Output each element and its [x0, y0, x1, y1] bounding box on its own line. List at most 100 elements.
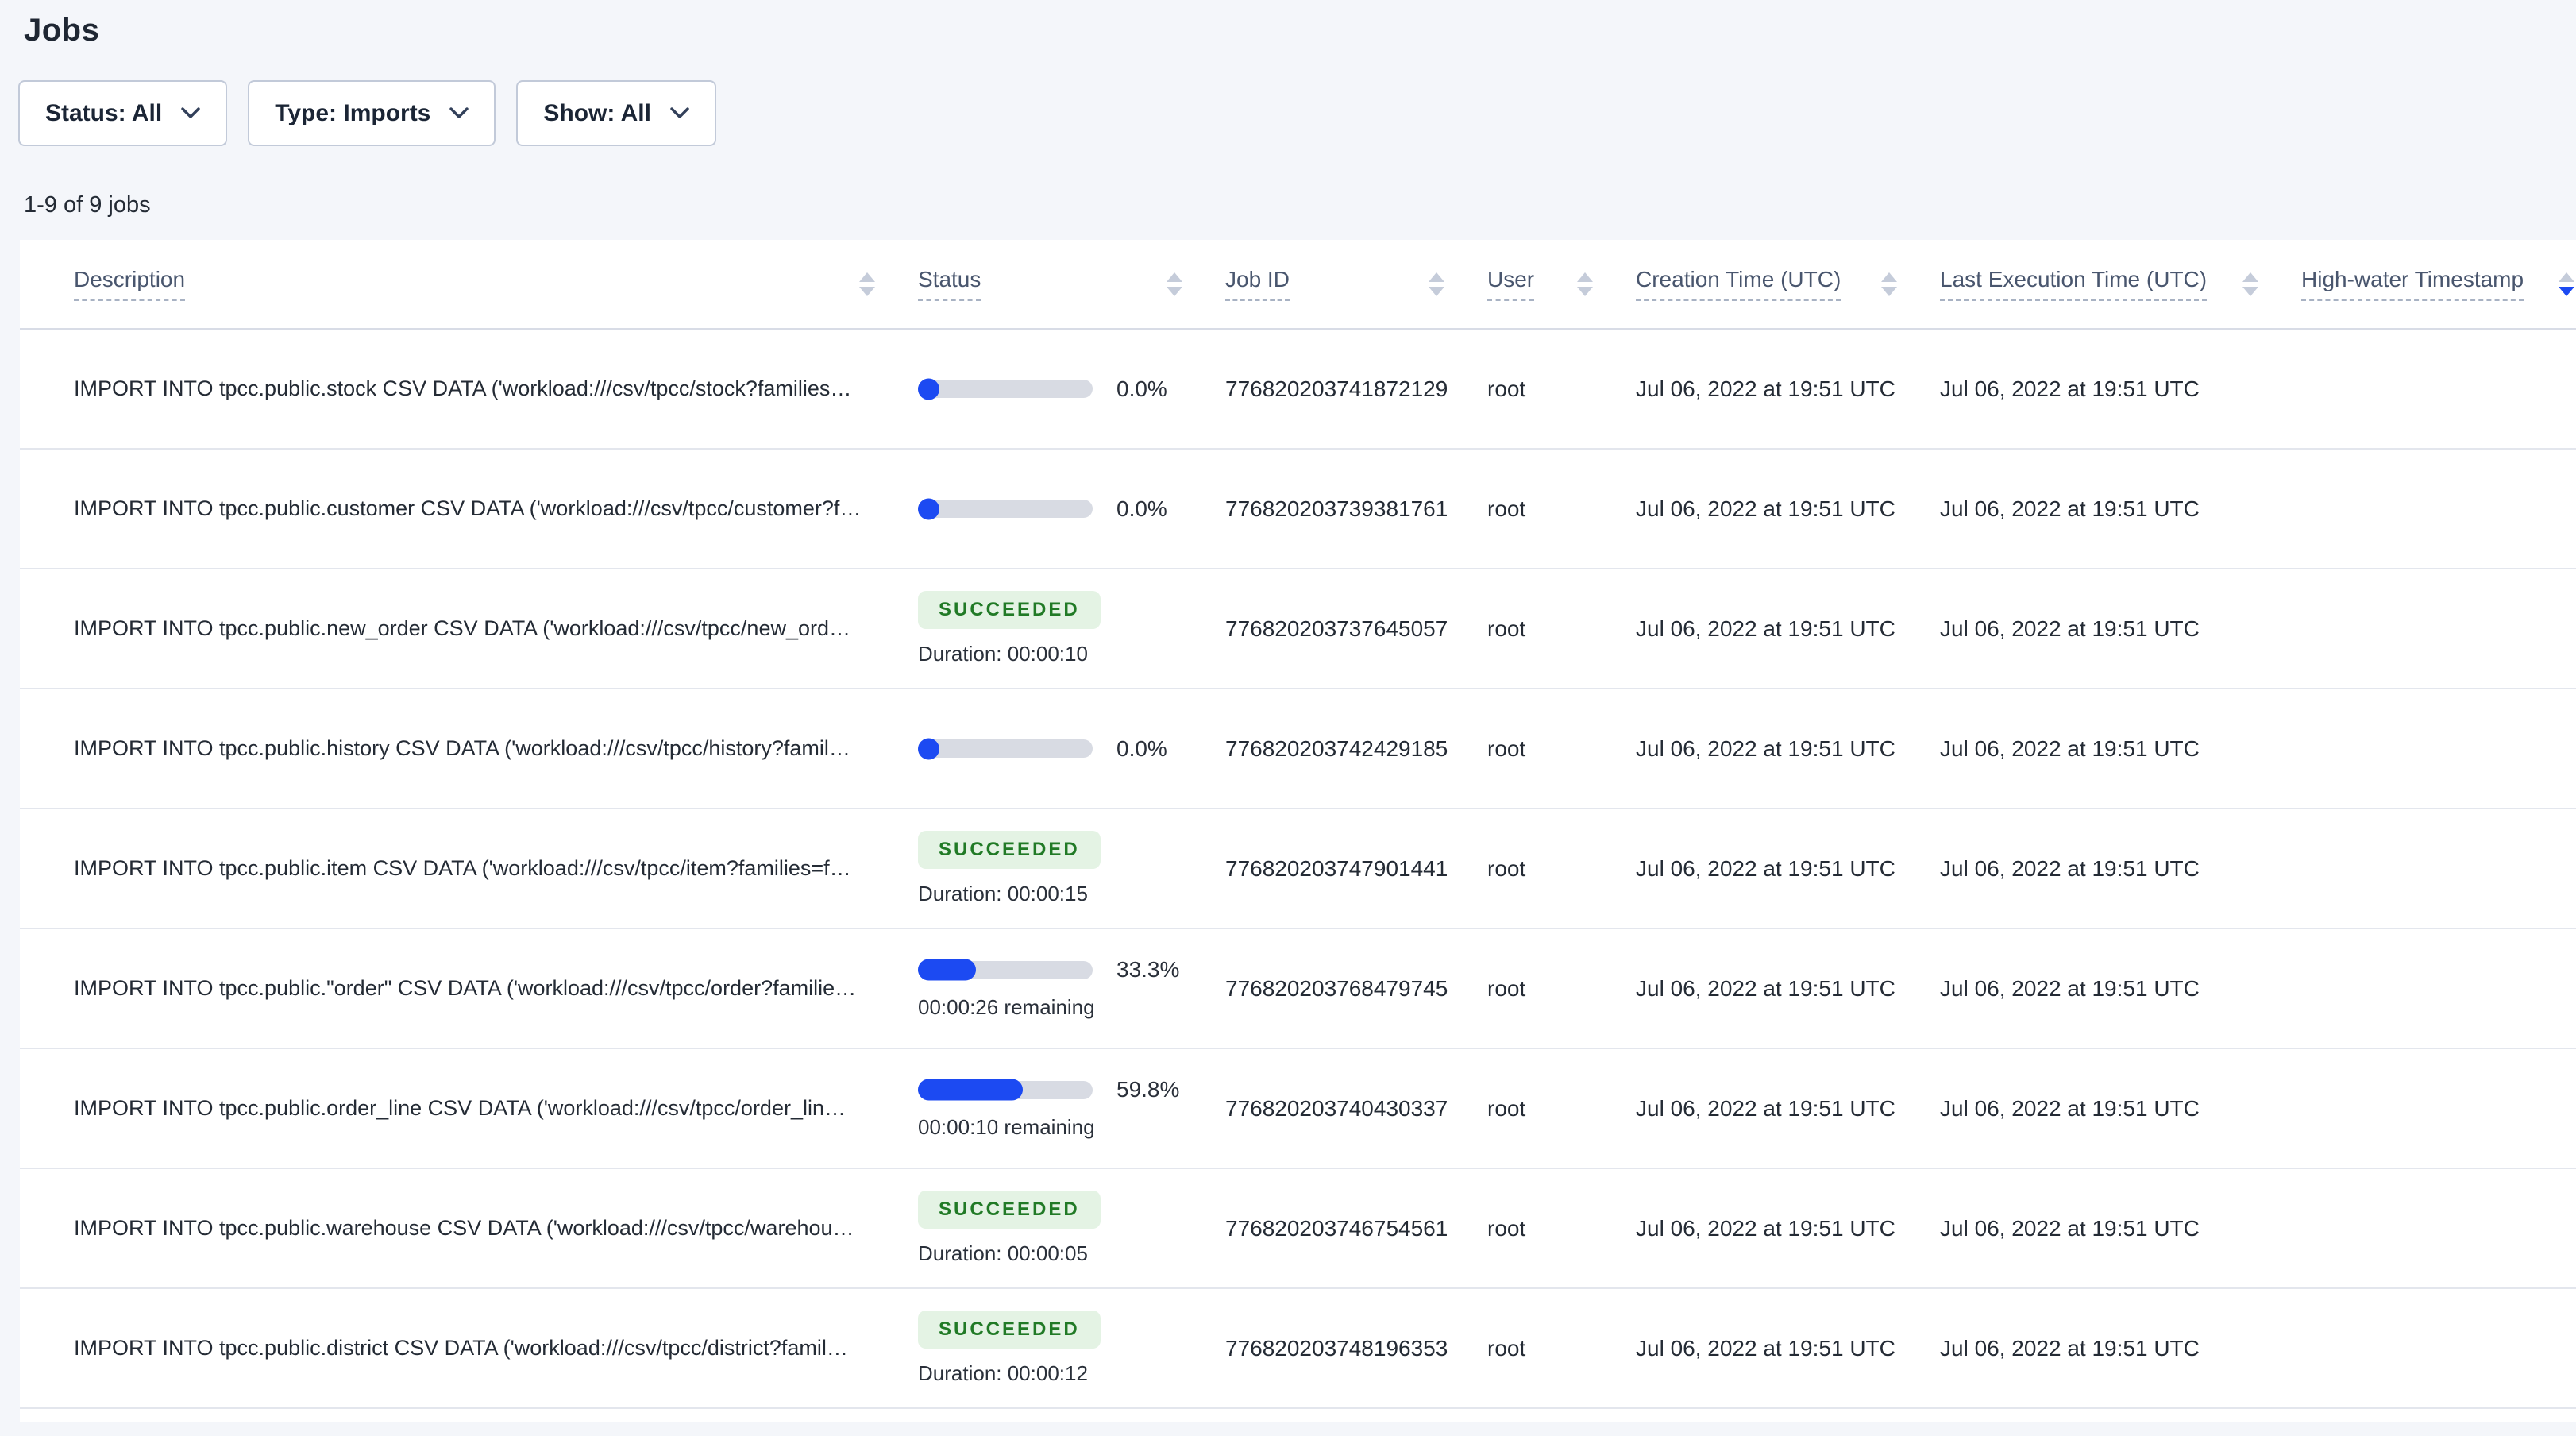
job-id-cell: 776820203741872129	[1221, 329, 1483, 450]
status-cell: SUCCEEDED Duration: 00:00:05	[913, 1168, 1221, 1289]
table-row: IMPORT INTO tpcc.public.history CSV DATA…	[20, 689, 2576, 809]
job-description-link[interactable]: IMPORT INTO tpcc.public.order_line CSV D…	[20, 1048, 913, 1169]
show-filter-label: Show: All	[543, 99, 651, 126]
progress-bar	[918, 1079, 1093, 1101]
last-execution-time-cell: Jul 06, 2022 at 19:51 UTC	[1935, 449, 2296, 569]
last-execution-time-cell: Jul 06, 2022 at 19:51 UTC	[1935, 329, 2296, 450]
creation-time-cell: Jul 06, 2022 at 19:51 UTC	[1631, 329, 1935, 450]
jobs-table-card: Description Status Job ID User Creation …	[20, 240, 2576, 1422]
status-cell: 0.0%	[913, 449, 1221, 569]
progress-percent-label: 0.0%	[1116, 376, 1167, 401]
job-id-cell: 776820203746754561	[1221, 1168, 1483, 1289]
column-header-status[interactable]: Status	[913, 240, 1221, 330]
page-title: Jobs	[24, 13, 100, 48]
progress-percent-label: 0.0%	[1116, 735, 1167, 761]
sort-icon[interactable]	[2242, 272, 2258, 296]
user-cell: root	[1483, 569, 1631, 689]
sort-icon[interactable]	[1167, 272, 1182, 296]
sort-icon[interactable]	[859, 272, 875, 296]
column-header-user[interactable]: User	[1483, 240, 1631, 330]
job-description-link[interactable]: IMPORT INTO tpcc.public.history CSV DATA…	[20, 689, 913, 809]
status-cell: 0.0%	[913, 329, 1221, 450]
chevron-down-icon	[670, 107, 689, 118]
high-water-cell	[2296, 1288, 2576, 1409]
creation-time-cell: Jul 06, 2022 at 19:51 UTC	[1631, 689, 1935, 809]
column-header-description[interactable]: Description	[20, 240, 913, 330]
sort-icon-active[interactable]	[2559, 272, 2574, 296]
user-cell: root	[1483, 1168, 1631, 1289]
status-badge: SUCCEEDED	[918, 831, 1101, 869]
status-cell: 59.8% 00:00:10 remaining	[913, 1048, 1221, 1169]
job-description-link[interactable]: IMPORT INTO tpcc.public.warehouse CSV DA…	[20, 1168, 913, 1289]
user-cell: root	[1483, 689, 1631, 809]
status-cell: SUCCEEDED Duration: 00:00:12	[913, 1288, 1221, 1409]
high-water-cell	[2296, 569, 2576, 689]
duration-label: Duration: 00:00:12	[918, 1361, 1088, 1385]
column-header-job-id[interactable]: Job ID	[1221, 240, 1483, 330]
duration-label: Duration: 00:00:15	[918, 882, 1088, 905]
status-cell: SUCCEEDED Duration: 00:00:15	[913, 809, 1221, 929]
status-filter-dropdown[interactable]: Status: All	[18, 80, 228, 146]
progress-bar	[918, 738, 1093, 759]
high-water-cell	[2296, 928, 2576, 1049]
type-filter-label: Type: Imports	[275, 99, 431, 126]
job-description-link[interactable]: IMPORT INTO tpcc.public.stock CSV DATA (…	[20, 329, 913, 450]
chevron-down-icon	[449, 107, 469, 118]
progress-percent-label: 0.0%	[1116, 496, 1167, 521]
status-cell: 33.3% 00:00:26 remaining	[913, 928, 1221, 1049]
creation-time-cell: Jul 06, 2022 at 19:51 UTC	[1631, 1288, 1935, 1409]
table-row: IMPORT INTO tpcc.public."order" CSV DATA…	[20, 928, 2576, 1049]
table-row: IMPORT INTO tpcc.public.item CSV DATA ('…	[20, 809, 2576, 929]
status-cell: 0.0%	[913, 689, 1221, 809]
table-row: IMPORT INTO tpcc.public.district CSV DAT…	[20, 1288, 2576, 1409]
last-execution-time-cell: Jul 06, 2022 at 19:51 UTC	[1935, 569, 2296, 689]
job-id-cell: 776820203737645057	[1221, 569, 1483, 689]
job-description-link[interactable]: IMPORT INTO tpcc.public."order" CSV DATA…	[20, 928, 913, 1049]
job-id-cell: 776820203739381761	[1221, 449, 1483, 569]
job-id-cell: 776820203747901441	[1221, 809, 1483, 929]
sort-icon[interactable]	[1577, 272, 1593, 296]
job-id-cell: 776820203740430337	[1221, 1048, 1483, 1169]
high-water-cell	[2296, 449, 2576, 569]
status-badge: SUCCEEDED	[918, 1191, 1101, 1229]
table-row: IMPORT INTO tpcc.public.new_order CSV DA…	[20, 569, 2576, 689]
user-cell: root	[1483, 329, 1631, 450]
status-filter-label: Status: All	[45, 99, 163, 126]
user-cell: root	[1483, 449, 1631, 569]
duration-label: Duration: 00:00:05	[918, 1241, 1088, 1265]
creation-time-cell: Jul 06, 2022 at 19:51 UTC	[1631, 1168, 1935, 1289]
high-water-cell	[2296, 1048, 2576, 1169]
table-row: IMPORT INTO tpcc.public.customer CSV DAT…	[20, 449, 2576, 569]
type-filter-dropdown[interactable]: Type: Imports	[248, 80, 496, 146]
creation-time-cell: Jul 06, 2022 at 19:51 UTC	[1631, 1048, 1935, 1169]
chevron-down-icon	[181, 107, 200, 118]
user-cell: root	[1483, 1288, 1631, 1409]
sort-icon[interactable]	[1881, 272, 1897, 296]
last-execution-time-cell: Jul 06, 2022 at 19:51 UTC	[1935, 928, 2296, 1049]
high-water-cell	[2296, 329, 2576, 450]
job-description-link[interactable]: IMPORT INTO tpcc.public.customer CSV DAT…	[20, 449, 913, 569]
remaining-label: 00:00:26 remaining	[918, 995, 1095, 1019]
sort-icon[interactable]	[1429, 272, 1444, 296]
job-description-link[interactable]: IMPORT INTO tpcc.public.district CSV DAT…	[20, 1288, 913, 1409]
progress-bar	[918, 378, 1093, 400]
last-execution-time-cell: Jul 06, 2022 at 19:51 UTC	[1935, 689, 2296, 809]
column-header-last-execution-time[interactable]: Last Execution Time (UTC)	[1935, 240, 2296, 330]
last-execution-time-cell: Jul 06, 2022 at 19:51 UTC	[1935, 1048, 2296, 1169]
job-description-link[interactable]: IMPORT INTO tpcc.public.new_order CSV DA…	[20, 569, 913, 689]
status-badge: SUCCEEDED	[918, 1311, 1101, 1349]
column-header-high-water-timestamp[interactable]: High-water Timestamp	[2296, 240, 2576, 330]
progress-percent-label: 33.3%	[1116, 957, 1180, 982]
filter-bar: Status: All Type: Imports Show: All	[18, 80, 2576, 146]
job-description-link[interactable]: IMPORT INTO tpcc.public.item CSV DATA ('…	[20, 809, 913, 929]
last-execution-time-cell: Jul 06, 2022 at 19:51 UTC	[1935, 1168, 2296, 1289]
table-header-row: Description Status Job ID User Creation …	[20, 240, 2576, 330]
status-badge: SUCCEEDED	[918, 591, 1101, 629]
user-cell: root	[1483, 928, 1631, 1049]
table-row: IMPORT INTO tpcc.public.warehouse CSV DA…	[20, 1168, 2576, 1289]
user-cell: root	[1483, 809, 1631, 929]
creation-time-cell: Jul 06, 2022 at 19:51 UTC	[1631, 928, 1935, 1049]
high-water-cell	[2296, 809, 2576, 929]
column-header-creation-time[interactable]: Creation Time (UTC)	[1631, 240, 1935, 330]
show-filter-dropdown[interactable]: Show: All	[516, 80, 716, 146]
